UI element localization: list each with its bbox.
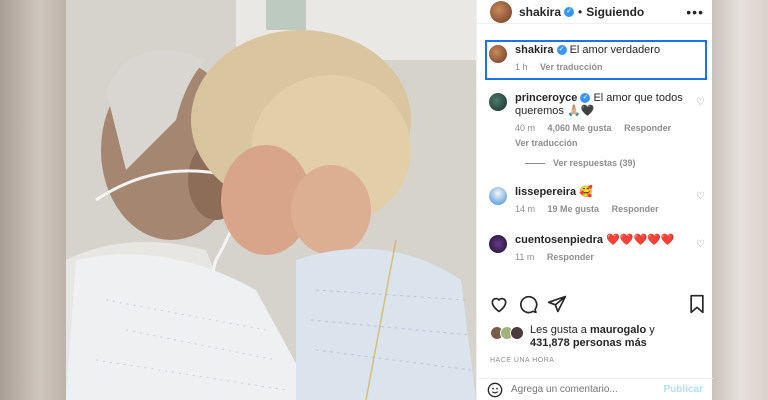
comment-time[interactable]: 11 m bbox=[515, 252, 534, 262]
commenter-avatar[interactable] bbox=[489, 93, 507, 111]
post-header: shakira ✓ • Siguiendo ••• bbox=[477, 0, 712, 24]
comment-time[interactable]: 40 m bbox=[515, 123, 535, 133]
comment-likes[interactable]: 19 Me gusta bbox=[548, 204, 600, 214]
blurred-backdrop-right bbox=[712, 0, 768, 400]
comment-like-heart-icon[interactable]: ♡ bbox=[696, 97, 705, 108]
like-heart-icon[interactable] bbox=[489, 294, 509, 314]
author-avatar[interactable] bbox=[490, 0, 512, 23]
action-bar bbox=[489, 294, 707, 316]
comment-time[interactable]: 14 m bbox=[515, 204, 535, 214]
share-send-icon[interactable] bbox=[547, 294, 567, 314]
comment-like-heart-icon[interactable]: ♡ bbox=[696, 191, 705, 202]
likes-user[interactable]: maurogalo bbox=[590, 324, 646, 336]
commenter-avatar[interactable] bbox=[489, 187, 507, 205]
more-icon[interactable]: ••• bbox=[686, 4, 704, 20]
caption-time[interactable]: 1 h bbox=[515, 62, 528, 72]
comment-row: lissepereira 🥰 14 m 19 Me gusta Responde… bbox=[489, 186, 687, 216]
commenter-avatar[interactable] bbox=[489, 235, 507, 253]
comment-like-heart-icon[interactable]: ♡ bbox=[696, 239, 705, 250]
liker-avatars[interactable] bbox=[490, 324, 526, 342]
reply-button[interactable]: Responder bbox=[547, 252, 594, 262]
verified-badge-icon: ✓ bbox=[556, 45, 567, 56]
elderly-couple-kissing-image bbox=[66, 0, 476, 400]
verified-badge-icon: ✓ bbox=[564, 6, 575, 17]
likes-count[interactable]: 431,878 personas más bbox=[530, 337, 647, 349]
likes-prefix: Les gusta a bbox=[530, 324, 587, 336]
comment-translate-link[interactable]: Ver traducción bbox=[515, 138, 578, 148]
comment-input[interactable] bbox=[511, 384, 651, 395]
comment-likes[interactable]: 4,060 Me gusta bbox=[548, 123, 612, 133]
comment-bubble-icon[interactable] bbox=[518, 294, 538, 314]
publish-button[interactable]: Publicar bbox=[664, 384, 703, 395]
comment-row: cuentosenpiedra ❤️❤️❤️❤️❤️ 11 m Responde… bbox=[489, 234, 687, 264]
bookmark-icon[interactable] bbox=[687, 294, 707, 314]
post-photo[interactable] bbox=[66, 0, 476, 400]
comment-username[interactable]: cuentosenpiedra bbox=[515, 234, 603, 246]
separator-dot: • bbox=[578, 4, 583, 19]
comment-username[interactable]: lissepereira bbox=[515, 186, 576, 198]
comments-list[interactable]: shakira ✓ El amor verdadero 1 h Ver tradu… bbox=[477, 40, 713, 286]
likes-summary: Les gusta a maurogalo y 431,878 personas… bbox=[490, 324, 655, 350]
likes-connector: y bbox=[649, 324, 655, 336]
verified-badge-icon: ✓ bbox=[580, 93, 591, 104]
following-button[interactable]: Siguiendo bbox=[586, 5, 644, 19]
caption-text: El amor verdadero bbox=[569, 44, 661, 56]
comment-text: ❤️❤️❤️❤️❤️ bbox=[606, 234, 675, 246]
caption-username[interactable]: shakira bbox=[515, 44, 554, 56]
reply-button[interactable]: Responder bbox=[624, 123, 671, 133]
author-username[interactable]: shakira bbox=[519, 5, 561, 19]
caption-row: shakira ✓ El amor verdadero 1 h Ver tradu… bbox=[489, 44, 687, 74]
view-replies-link[interactable]: Ver respuestas (39) bbox=[525, 158, 636, 168]
caption-translate-link[interactable]: Ver traducción bbox=[540, 62, 603, 72]
comment-row: princeroyce ✓ El amor que todos queremos … bbox=[489, 92, 687, 150]
comment-username[interactable]: princeroyce bbox=[515, 92, 577, 104]
comment-text: 🥰 bbox=[579, 186, 593, 198]
emoji-icon[interactable] bbox=[487, 382, 503, 398]
post-timestamp[interactable]: HACE UNA HORA bbox=[490, 357, 554, 364]
post-sidebar: shakira ✓ • Siguiendo ••• shakira ✓ El am… bbox=[476, 0, 713, 400]
reply-button[interactable]: Responder bbox=[612, 204, 659, 214]
blurred-backdrop-left bbox=[0, 0, 66, 400]
comment-composer: Publicar bbox=[477, 378, 713, 400]
caption-avatar[interactable] bbox=[489, 45, 507, 63]
